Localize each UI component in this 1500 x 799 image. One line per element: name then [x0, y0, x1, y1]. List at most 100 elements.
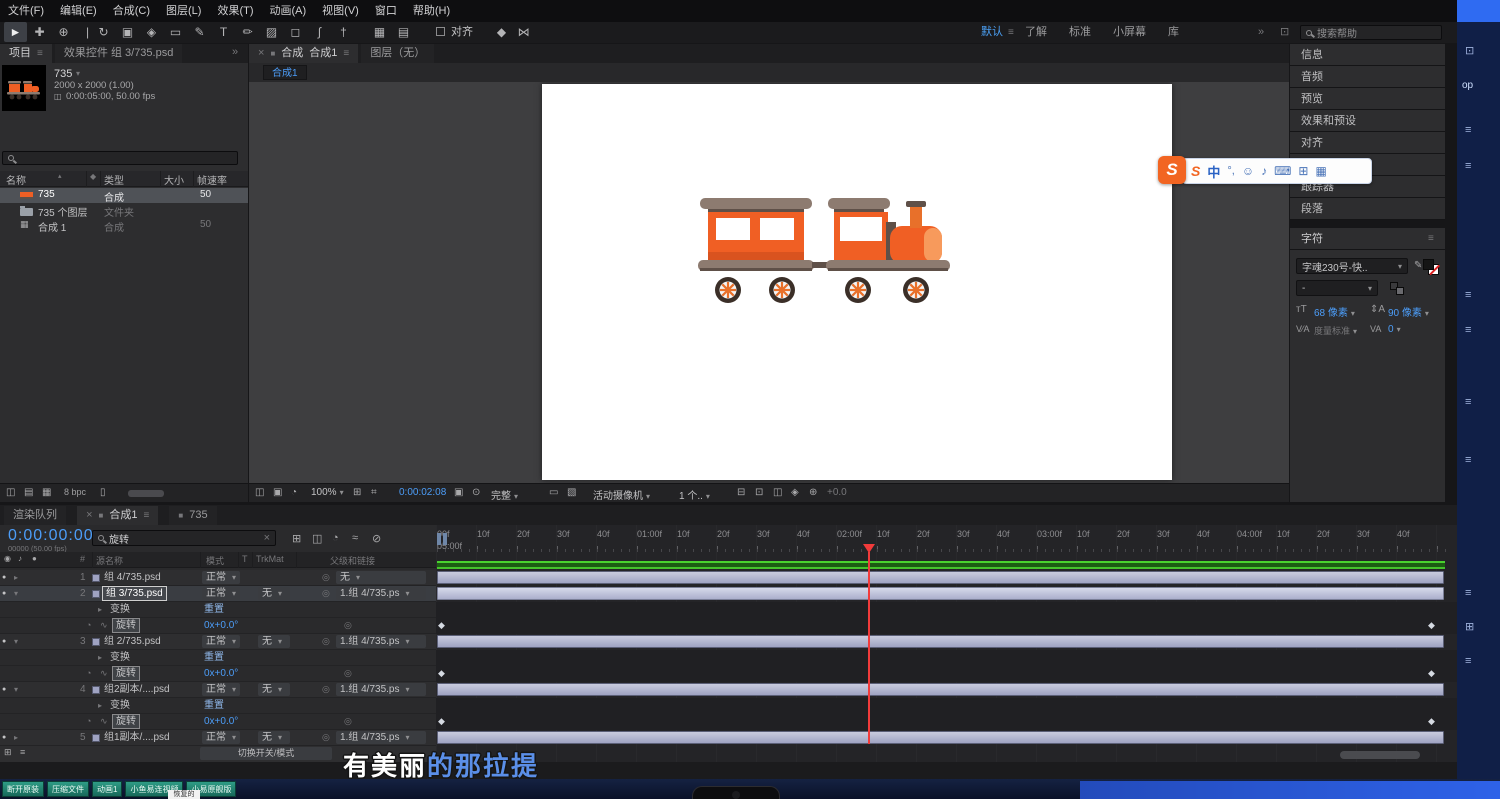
keyframe-icon[interactable]: ◆: [1428, 717, 1435, 726]
workspace-menu-icon[interactable]: ≡: [1008, 22, 1014, 43]
layer-row-2-selected[interactable]: ● ▾ 2 组 3/735.psd 正常▾ 无▾ ◎ 1.组 4/735.ps▾: [0, 586, 436, 602]
roto-brush-tool-icon[interactable]: ∫: [308, 22, 331, 42]
camera-tool-icon[interactable]: ▣: [116, 22, 139, 42]
transparency-grid-icon[interactable]: ▧: [567, 487, 576, 498]
column-parent[interactable]: 父级和链接: [330, 554, 375, 567]
character-panel-title[interactable]: 字符: [1301, 233, 1323, 245]
layer-row-3[interactable]: ● ▾ 3 组 2/735.psd 正常▾ 无▾ ◎ 1.组 4/735.ps▾: [0, 634, 436, 650]
project-search-input[interactable]: [2, 151, 238, 165]
brush-tool-icon[interactable]: ✏: [236, 22, 259, 42]
close-icon[interactable]: ×: [86, 506, 92, 525]
rotation-value[interactable]: 0x+0.0°: [204, 618, 238, 633]
fill-color-swatch[interactable]: [1423, 259, 1434, 270]
layer-name[interactable]: 组2副本/....psd: [104, 682, 170, 697]
graph-icon[interactable]: ∿: [100, 618, 108, 633]
interpret-footage-icon[interactable]: ◫: [6, 487, 15, 498]
trash-icon[interactable]: ▯: [100, 487, 106, 498]
punctuation-icon[interactable]: °,: [1227, 165, 1234, 177]
keyframe-icon[interactable]: ◆: [438, 621, 445, 630]
pickwhip-icon[interactable]: ◎: [322, 586, 330, 601]
webcam-overlay[interactable]: [692, 786, 780, 799]
more-workspaces-chevron[interactable]: »: [1258, 22, 1264, 43]
timeline-search-input[interactable]: 旋转 ×: [92, 530, 276, 546]
reset-button[interactable]: 重置: [204, 602, 224, 617]
menu-icon[interactable]: ≡: [1465, 160, 1471, 172]
visibility-toggle[interactable]: ●: [2, 730, 6, 745]
channels-icon[interactable]: ◔: [291, 487, 297, 498]
comp-mini-tab[interactable]: 合成1: [263, 65, 307, 80]
type-tool-icon[interactable]: T: [212, 22, 235, 42]
rotation-value[interactable]: 0x+0.0°: [204, 714, 238, 729]
blend-options-icon[interactable]: ⋈: [512, 22, 535, 42]
puppet-pin-tool-icon[interactable]: †: [332, 22, 355, 42]
rotation-property-row[interactable]: ◔ ∿ 旋转 0x+0.0° ◎: [0, 714, 436, 730]
label-color-chip[interactable]: [92, 686, 100, 694]
soft-keyboard-icon[interactable]: ⌨: [1274, 164, 1291, 178]
viewer-pasteboard[interactable]: [249, 82, 1289, 483]
kerning-value[interactable]: 度量标准▾: [1314, 324, 1357, 337]
parent-select[interactable]: 无▾: [336, 571, 426, 584]
tab-comp-timeline[interactable]: × ■ 合成1 ≡: [77, 506, 158, 525]
workspace-tab[interactable]: 小屏幕: [1102, 22, 1157, 43]
column-type[interactable]: 类型: [104, 172, 124, 187]
layer-duration-bar[interactable]: [437, 731, 1444, 744]
rotate-tool-icon[interactable]: ↻: [92, 22, 115, 42]
new-folder-icon[interactable]: ▤: [24, 487, 33, 498]
menu-icon[interactable]: ≡: [1465, 454, 1471, 466]
panel-menu-icon[interactable]: ≡: [37, 44, 43, 63]
menu-icon[interactable]: ≡: [1465, 324, 1471, 336]
parent-select[interactable]: 1.组 4/735.ps▾: [336, 587, 426, 600]
timeline-jump-icon[interactable]: ◫: [773, 487, 782, 498]
exposure-icon[interactable]: ⊕: [809, 487, 817, 498]
collapsed-panel-header[interactable]: 信息: [1290, 44, 1445, 66]
toggle-switches-modes-button[interactable]: 切换开关/模式: [200, 747, 332, 760]
region-of-interest-icon[interactable]: ▭: [549, 487, 558, 498]
align-options-icon[interactable]: ◆: [490, 22, 513, 42]
show-snapshot-icon[interactable]: ▣: [273, 487, 282, 498]
graph-icon[interactable]: ∿: [100, 666, 108, 681]
taskbar-button[interactable]: 压缩文件: [47, 781, 89, 797]
clone-stamp-tool-icon[interactable]: ▨: [260, 22, 283, 42]
tab-effect-controls[interactable]: 效果控件 组 3/735.psd: [55, 44, 182, 63]
menu-icon[interactable]: ≡: [1465, 655, 1471, 667]
visibility-toggle[interactable]: ●: [2, 682, 6, 697]
input-mode-indicator[interactable]: 中: [1207, 162, 1220, 181]
taskbar-button[interactable]: 动画1: [92, 781, 122, 797]
motion-blur-icon[interactable]: ⊘: [372, 532, 381, 545]
mask-icon[interactable]: ▤: [392, 22, 415, 42]
item-name[interactable]: 735 个图层: [38, 204, 87, 219]
pickwhip-icon[interactable]: ◎: [322, 570, 330, 585]
tab-composition[interactable]: × ■ 合成 合成1 ≡: [249, 44, 358, 63]
layer-row-4[interactable]: ● ▾ 4 组2副本/....psd 正常▾ 无▾ ◎ 1.组 4/735.ps…: [0, 682, 436, 698]
pixel-aspect-icon[interactable]: ⊟: [737, 487, 745, 498]
keyframe-icon[interactable]: ◆: [1428, 621, 1435, 630]
pickwhip-icon[interactable]: ◎: [322, 682, 330, 697]
mask-visibility-icon[interactable]: ⌗: [371, 487, 377, 498]
item-name[interactable]: 合成 1: [38, 219, 66, 234]
twirl-icon[interactable]: ▸: [14, 730, 18, 745]
draft-3d-icon[interactable]: ◫: [312, 532, 322, 545]
item-name-dropdown-icon[interactable]: ▾: [76, 69, 80, 78]
blend-mode-select[interactable]: 正常▾: [202, 683, 240, 696]
label-color-chip[interactable]: [92, 574, 100, 582]
toolbox-icon[interactable]: ⊞: [1298, 164, 1308, 178]
collapsed-panel-header[interactable]: 段落: [1290, 198, 1445, 220]
composition-canvas[interactable]: [542, 84, 1172, 480]
taskbar-button[interactable]: 断开原装: [2, 781, 44, 797]
work-area-start-handle[interactable]: [437, 533, 441, 545]
label-color-chip[interactable]: [92, 734, 100, 742]
column-t[interactable]: T: [242, 554, 248, 564]
column-name[interactable]: 名称: [6, 172, 26, 187]
playhead-line[interactable]: [868, 552, 870, 744]
fast-previews-icon[interactable]: ⊡: [755, 487, 763, 498]
transform-group-row[interactable]: ▸ 变换 重置: [0, 602, 436, 618]
rotation-property-row[interactable]: ◔ ∿ 旋转 0x+0.0° ◎: [0, 666, 436, 682]
exposure-value[interactable]: +0.0: [827, 487, 847, 498]
tab-layer[interactable]: 图层（无）: [361, 44, 434, 63]
label-color-chip[interactable]: [92, 638, 100, 646]
visibility-toggle[interactable]: ●: [2, 586, 6, 601]
column-mode[interactable]: 模式: [206, 554, 224, 567]
timeline-track-area[interactable]: 00f10f20f30f40f01:00f10f20f30f40f02:00f1…: [436, 525, 1457, 762]
graph-icon[interactable]: ∿: [100, 714, 108, 729]
column-size[interactable]: 大小: [164, 172, 184, 187]
